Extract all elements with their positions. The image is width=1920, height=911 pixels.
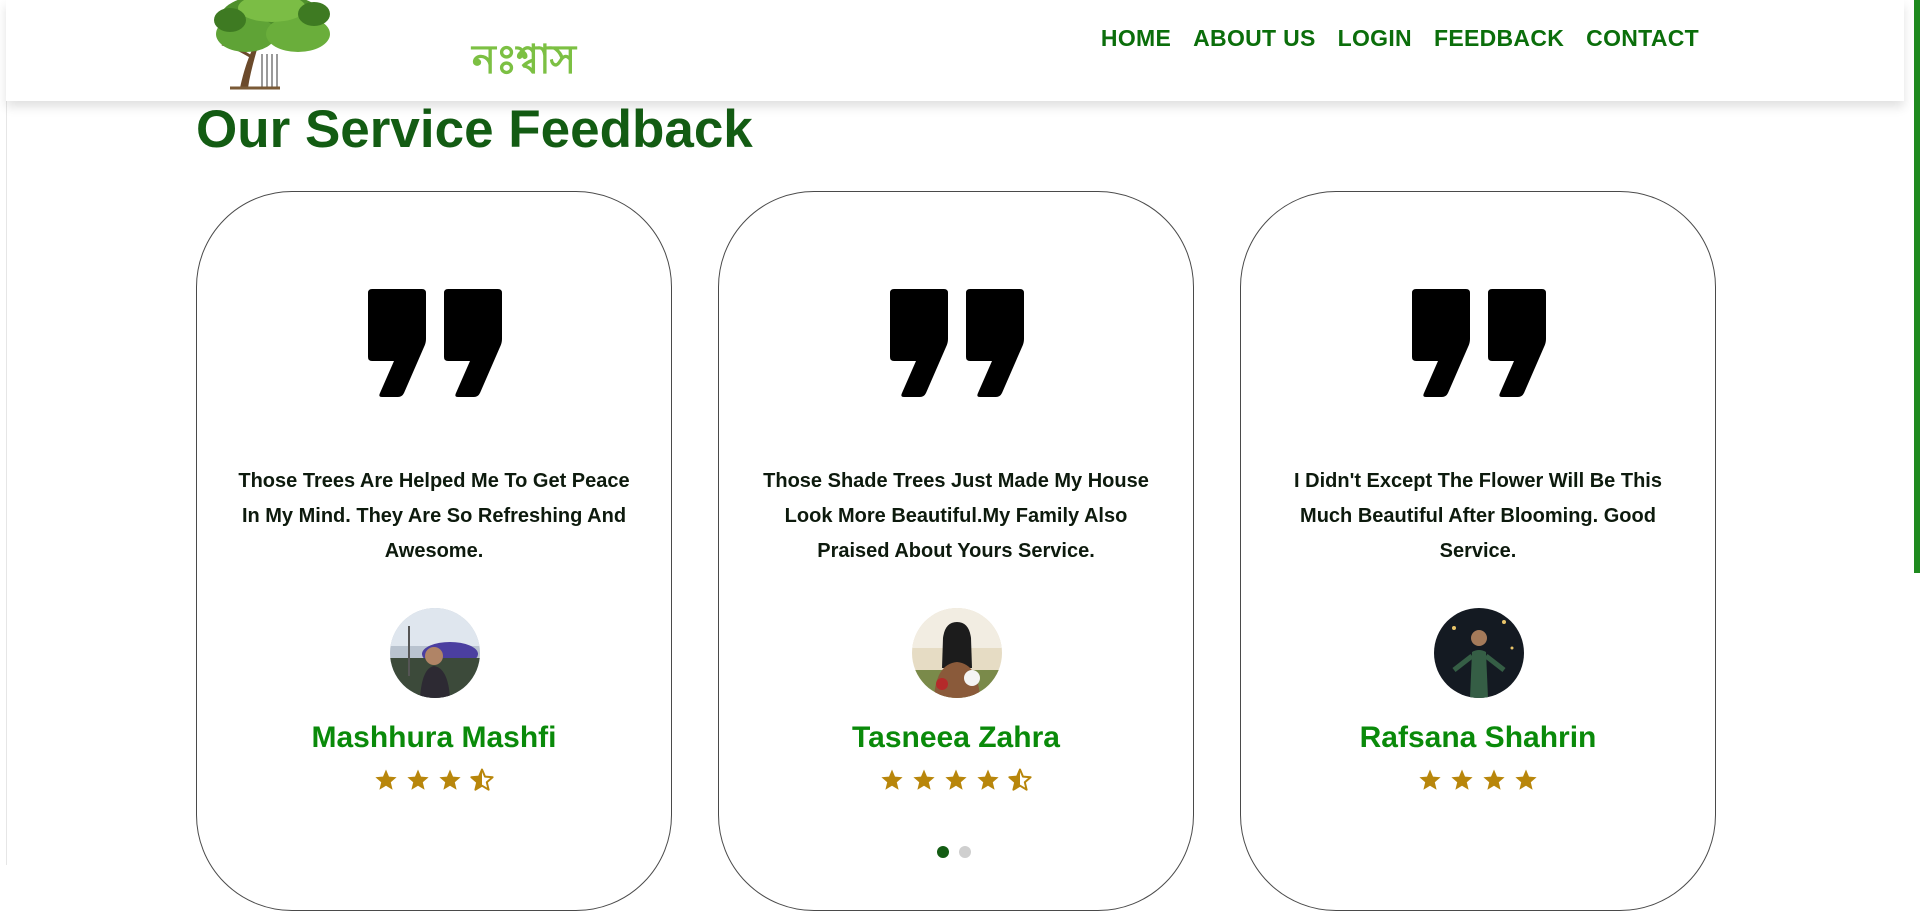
nav-home[interactable]: HOME	[1101, 25, 1171, 52]
nav-feedback[interactable]: FEEDBACK	[1434, 25, 1564, 52]
star-icon	[945, 769, 967, 790]
site-header: নঃশ্বাস HOME ABOUT US LOGIN FEEDBACK CON…	[6, 0, 1904, 101]
half-star-icon	[470, 768, 494, 791]
star-icon	[977, 769, 999, 790]
quote-icon	[1412, 289, 1546, 397]
feedback-text: Those Trees Are Helped Me To Get Peace I…	[238, 470, 630, 562]
feedback-card: I Didn't Except The Flower Will Be This …	[1240, 191, 1716, 911]
star-rating	[1241, 768, 1715, 792]
nav-about-us[interactable]: ABOUT US	[1193, 25, 1316, 52]
section-title: Our Service Feedback	[196, 100, 753, 159]
star-icon	[439, 769, 461, 790]
reviewer-name: Tasneea Zahra	[852, 721, 1060, 754]
reviewer-name: Mashhura Mashfi	[311, 721, 557, 754]
star-icon	[407, 769, 429, 790]
half-star-icon	[1008, 768, 1032, 791]
feedback-card: Those Shade Trees Just Made My House Loo…	[718, 191, 1194, 911]
star-icon	[1515, 769, 1537, 790]
avatar	[1434, 608, 1524, 698]
carousel-dot[interactable]	[959, 846, 971, 858]
feedback-text: Those Shade Trees Just Made My House Loo…	[763, 470, 1149, 562]
main-nav: HOME ABOUT US LOGIN FEEDBACK CONTACT	[1101, 25, 1699, 52]
site-logo[interactable]: নঃশ্বাস	[210, 0, 576, 93]
feedback-text: I Didn't Except The Flower Will Be This …	[1294, 470, 1662, 562]
avatar	[390, 608, 480, 698]
nav-login[interactable]: LOGIN	[1338, 25, 1412, 52]
feedback-card: Those Trees Are Helped Me To Get Peace I…	[196, 191, 672, 911]
quote-icon	[890, 289, 1024, 397]
reviewer-name: Rafsana Shahrin	[1359, 721, 1597, 754]
star-icon	[1419, 769, 1441, 790]
avatar	[912, 608, 1002, 698]
star-icon	[881, 769, 903, 790]
quote-icon	[368, 289, 502, 397]
star-rating	[719, 768, 1193, 792]
tree-logo-icon	[214, 0, 330, 90]
star-icon	[375, 769, 397, 790]
star-icon	[913, 769, 935, 790]
carousel-pagination	[937, 846, 971, 858]
carousel-dot[interactable]	[937, 846, 949, 858]
logo-text: নঃশ্বাস	[472, 37, 576, 83]
nav-contact[interactable]: CONTACT	[1586, 25, 1699, 52]
star-rating	[197, 768, 671, 792]
scrollbar[interactable]	[1914, 0, 1920, 573]
star-icon	[1483, 769, 1505, 790]
star-icon	[1451, 769, 1473, 790]
